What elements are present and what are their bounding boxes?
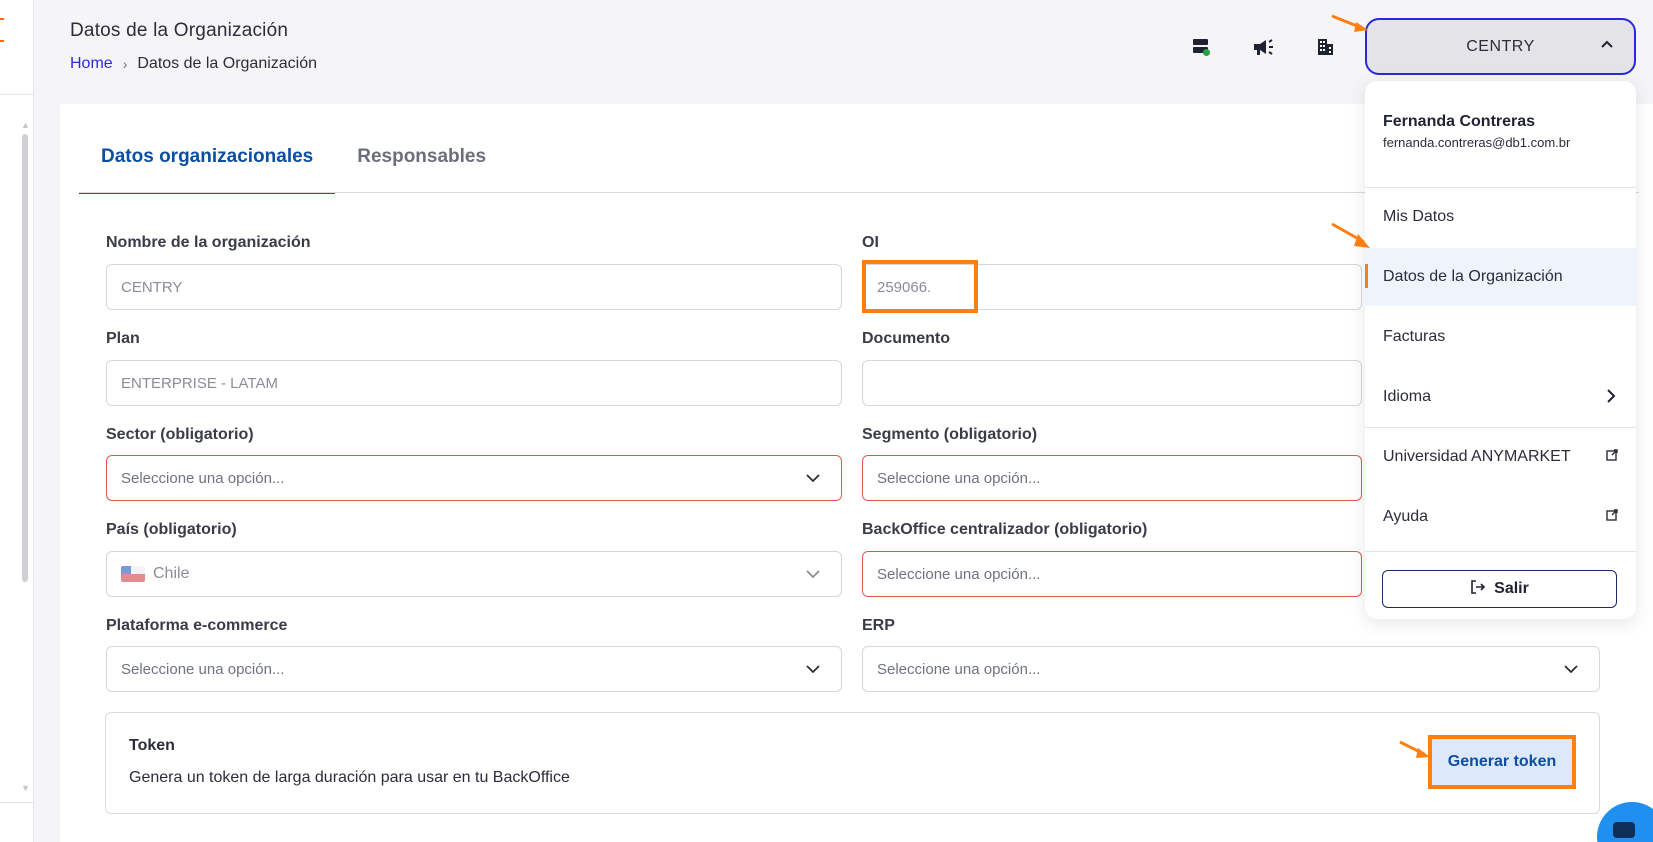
menu-item-datos-organizacion[interactable]: Datos de la Organización: [1365, 248, 1636, 306]
scroll-down-icon[interactable]: ▼: [21, 783, 30, 793]
breadcrumb-separator: ›: [122, 56, 128, 72]
logo-mark: [0, 18, 6, 66]
sector-label: Sector (obligatorio): [106, 426, 254, 443]
generate-token-button[interactable]: Generar token: [1428, 735, 1576, 789]
menu-divider: [1365, 551, 1636, 552]
plataforma-label: Plataforma e-commerce: [106, 617, 288, 634]
sidebar-scrollbar[interactable]: [22, 134, 28, 582]
menu-item-label: Facturas: [1383, 328, 1446, 345]
menu-item-facturas[interactable]: Facturas: [1365, 308, 1636, 366]
erp-select[interactable]: Seleccione una opción...: [862, 646, 1600, 692]
external-link-icon: [1606, 448, 1618, 466]
chevron-right-icon: [1604, 388, 1618, 409]
plan-label: Plan: [106, 330, 140, 347]
backoffice-select[interactable]: Seleccione una opción...: [862, 551, 1362, 597]
logout-label: Salir: [1494, 580, 1529, 597]
token-description: Genera un token de larga duración para u…: [129, 769, 570, 786]
annotation-arrow-icon: [1331, 14, 1368, 32]
announcement-icon[interactable]: [1252, 36, 1274, 58]
external-link-icon: [1606, 508, 1618, 526]
sector-select[interactable]: Seleccione una opción...: [106, 455, 842, 501]
chevron-up-icon: [1600, 38, 1614, 57]
oi-label: OI: [862, 234, 879, 251]
plataforma-placeholder: Seleccione una opción...: [121, 660, 285, 678]
menu-item-label: Datos de la Organización: [1383, 268, 1563, 285]
sidebar-divider: [0, 94, 34, 95]
breadcrumb: Home › Datos de la Organización: [70, 55, 317, 73]
user-email: fernanda.contreras@db1.com.br: [1383, 135, 1571, 150]
pais-value: Chile: [153, 565, 190, 582]
org-name-field[interactable]: CENTRY: [106, 264, 842, 310]
tab-bar: Datos organizacionales Responsables: [79, 132, 508, 194]
erp-label: ERP: [862, 617, 895, 634]
menu-item-label: Mis Datos: [1383, 208, 1455, 225]
menu-item-label: Idioma: [1383, 388, 1432, 405]
chevron-down-icon: [805, 661, 821, 681]
org-name-label: Nombre de la organización: [106, 234, 311, 251]
tab-datos-organizacionales[interactable]: Datos organizacionales: [79, 132, 336, 194]
segmento-select[interactable]: Seleccione una opción...: [862, 455, 1362, 501]
left-sidebar: ▲ ▼: [0, 0, 34, 842]
annotation-arrow-icon: [1331, 222, 1370, 248]
chevron-down-icon: [805, 566, 821, 586]
backoffice-placeholder: Seleccione una opción...: [877, 565, 1041, 583]
token-card: Token Genera un token de larga duración …: [105, 712, 1600, 814]
menu-item-ayuda[interactable]: Ayuda: [1365, 488, 1636, 546]
documento-field[interactable]: [862, 360, 1362, 406]
backoffice-label: BackOffice centralizador (obligatorio): [862, 521, 1148, 538]
token-title: Token: [129, 737, 175, 754]
plan-value: ENTERPRISE - LATAM: [121, 374, 278, 392]
chat-icon: [1613, 822, 1635, 838]
menu-item-universidad[interactable]: Universidad ANYMARKET: [1365, 428, 1636, 486]
server-status-icon[interactable]: [1190, 36, 1212, 58]
user-menu: Fernanda Contreras fernanda.contreras@db…: [1365, 81, 1636, 619]
org-name-value: CENTRY: [121, 278, 183, 296]
sector-placeholder: Seleccione una opción...: [121, 469, 285, 487]
erp-placeholder: Seleccione una opción...: [877, 660, 1041, 678]
scroll-up-icon[interactable]: ▲: [21, 120, 30, 130]
plataforma-select[interactable]: Seleccione una opción...: [106, 646, 842, 692]
segmento-placeholder: Seleccione una opción...: [877, 469, 1041, 487]
menu-item-label: Universidad ANYMARKET: [1383, 448, 1571, 465]
logout-button[interactable]: Salir: [1382, 570, 1617, 608]
sidebar-divider: [0, 802, 34, 803]
segmento-label: Segmento (obligatorio): [862, 426, 1038, 443]
tab-responsables[interactable]: Responsables: [335, 132, 508, 194]
breadcrumb-home-link[interactable]: Home: [70, 55, 113, 73]
documento-label: Documento: [862, 330, 950, 347]
user-name: Fernanda Contreras: [1383, 113, 1536, 130]
menu-item-label: Ayuda: [1383, 508, 1429, 525]
pais-label: País (obligatorio): [106, 521, 237, 538]
org-switcher-button[interactable]: CENTRY: [1365, 18, 1636, 75]
page-title: Datos de la Organización: [70, 20, 289, 41]
building-icon[interactable]: [1314, 36, 1336, 58]
chevron-down-icon: [1563, 661, 1579, 681]
plan-field[interactable]: ENTERPRISE - LATAM: [106, 360, 842, 406]
org-switcher-label: CENTRY: [1466, 37, 1535, 55]
logout-icon: [1470, 579, 1486, 600]
chevron-down-icon: [805, 470, 821, 490]
menu-item-idioma[interactable]: Idioma: [1365, 368, 1636, 426]
header-icons: [1190, 36, 1336, 58]
annotation-arrow-icon: [1399, 740, 1430, 758]
menu-item-mis-datos[interactable]: Mis Datos: [1365, 188, 1636, 246]
breadcrumb-current: Datos de la Organización: [137, 55, 318, 72]
pais-select[interactable]: Chile: [106, 551, 842, 597]
chile-flag-icon: [121, 566, 145, 582]
oi-highlight-box: [862, 260, 978, 313]
